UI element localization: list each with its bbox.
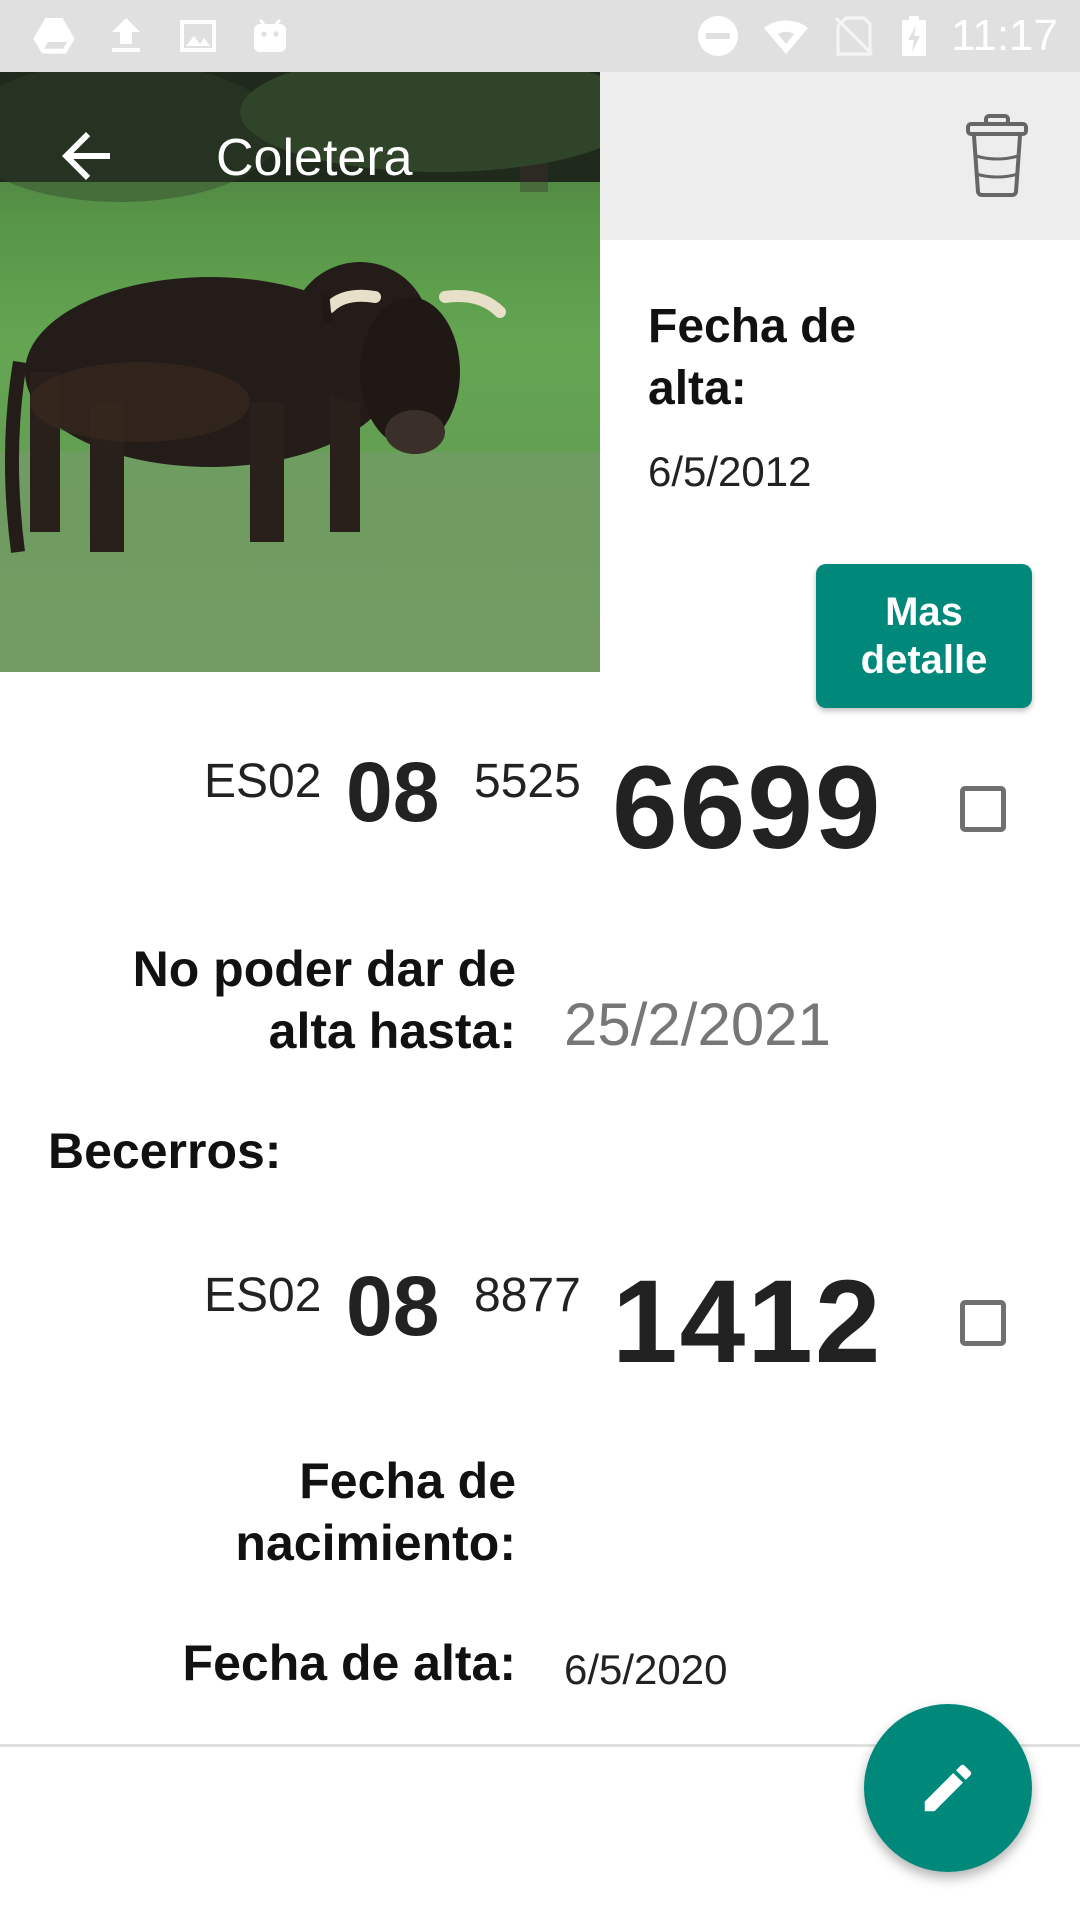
status-bar: 11:17	[0, 0, 1080, 72]
calves-section-label: Becerros:	[48, 1123, 282, 1179]
animal-id-country: ES02	[204, 755, 322, 808]
calf-registration-label: Fecha de alta:	[182, 1635, 516, 1691]
more-detail-button[interactable]: Mas detalle	[816, 564, 1032, 708]
delete-button[interactable]	[962, 112, 1032, 198]
arrow-back-icon	[62, 132, 110, 180]
back-button[interactable]	[50, 120, 122, 192]
calf-birth-label: Fecha de nacimiento:	[235, 1453, 516, 1571]
registration-date-label: Fecha de alta:	[648, 300, 857, 415]
wifi-icon	[764, 20, 808, 54]
page-title: Coletera	[216, 129, 413, 187]
calf-registration-value: 6/5/2020	[564, 1646, 728, 1693]
more-detail-label: Mas detalle	[860, 590, 988, 682]
upload-icon	[112, 18, 140, 52]
animal-id-code: 5525	[474, 755, 581, 808]
android-icon	[254, 18, 286, 52]
restriction-value: 25/2/2021	[564, 991, 831, 1058]
registration-date-value: 6/5/2012	[648, 448, 812, 495]
calf-select-checkbox[interactable]	[960, 1300, 1006, 1346]
image-icon	[180, 20, 216, 52]
calf-id-country: ES02	[204, 1269, 322, 1322]
screen: 11:17 Coletera Fecha de alta: 6/5/2012 M…	[0, 0, 1080, 1920]
no-sim-icon	[834, 16, 874, 56]
drive-icon	[33, 18, 75, 54]
animal-select-checkbox[interactable]	[960, 786, 1006, 832]
trash-icon	[966, 114, 1028, 197]
status-time: 11:17	[951, 11, 1058, 60]
do-not-disturb-icon	[698, 16, 738, 56]
calf-id-province: 08	[346, 1259, 440, 1353]
calf-id-number: 1412	[612, 1256, 883, 1388]
animal-id-number: 6699	[612, 742, 883, 874]
animal-id-province: 08	[346, 745, 440, 839]
calf-id-code: 8877	[474, 1269, 581, 1322]
battery-charging-icon	[902, 16, 926, 56]
edit-pencil-icon	[924, 1764, 972, 1812]
restriction-label: No poder dar de alta hasta:	[132, 941, 516, 1059]
edit-fab-button[interactable]	[864, 1704, 1032, 1872]
